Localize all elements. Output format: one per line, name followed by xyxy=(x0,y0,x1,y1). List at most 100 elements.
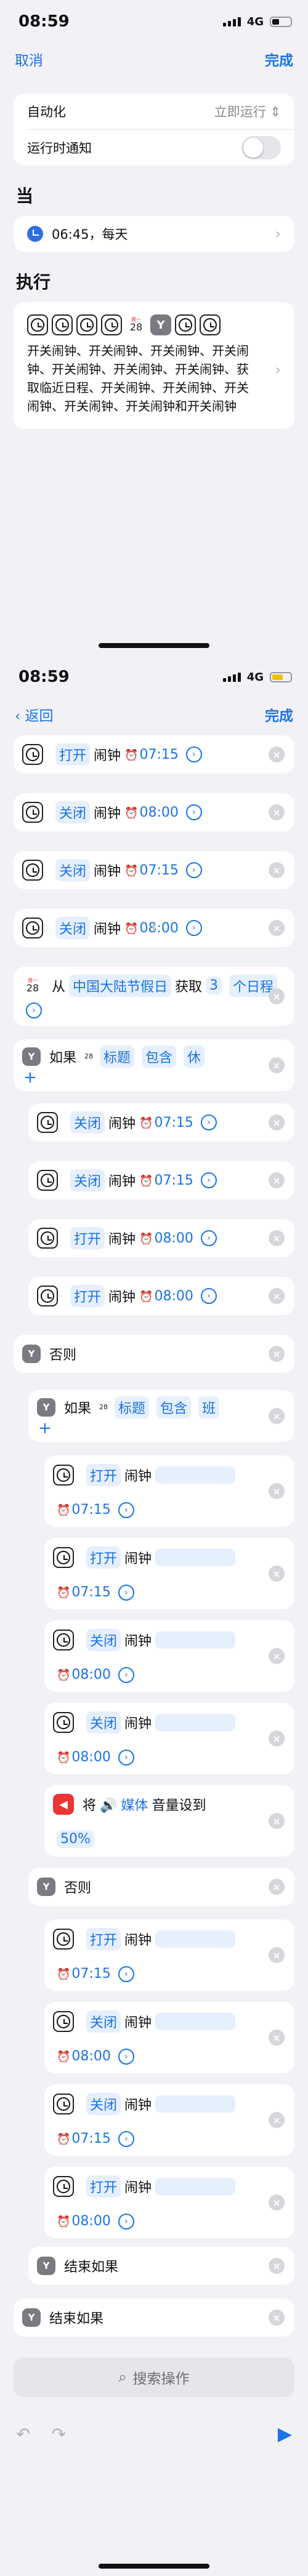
toggle-verb-token[interactable]: 关闭 xyxy=(70,1169,105,1191)
expand-chevron-icon[interactable]: › xyxy=(118,2130,134,2147)
toggle-verb-token[interactable]: 关闭 xyxy=(55,917,91,939)
toggle-verb-token[interactable]: 打开 xyxy=(86,1464,121,1487)
remove-action-icon[interactable]: × xyxy=(269,2258,285,2274)
toggle-verb-token[interactable]: 打开 xyxy=(55,743,91,766)
undo-icon[interactable]: ↶ xyxy=(16,2424,30,2444)
alarm-action[interactable]: 关闭 闹钟 ⏰07:15 › × xyxy=(28,1103,294,1142)
exec-card[interactable]: 周一 28 Y 开关闹钟、开关闹钟、开关闹钟、开关闹钟、开关闹钟、开关闹钟、开关闹… xyxy=(14,302,294,429)
toggle-verb-token[interactable]: 关闭 xyxy=(86,2010,121,2033)
alarm-action[interactable]: 关闭 闹钟 ⏰08:00 › × xyxy=(44,1703,294,1774)
volume-target-token[interactable]: 🔊 媒体 xyxy=(100,1794,148,1814)
cancel-button[interactable]: 取消 xyxy=(15,49,43,70)
alarm-action[interactable]: 关闭 闹钟 ⏰08:00 › × xyxy=(44,2002,294,2073)
alarm-time-token[interactable]: ⏰08:00 xyxy=(124,805,179,820)
if-action[interactable]: Y 如果 28 标题 包含 休 + × xyxy=(14,1039,294,1091)
automation-row[interactable]: 自动化 立即运行 ⇕ xyxy=(14,94,294,129)
alarm-action[interactable]: 关闭 闹钟 ⏰07:15 › × xyxy=(14,851,294,889)
alarm-placeholder-token[interactable] xyxy=(155,2178,236,2196)
toggle-verb-token[interactable]: 关闭 xyxy=(86,1629,121,1652)
remove-action-icon[interactable]: × xyxy=(269,804,285,820)
expand-chevron-icon[interactable]: › xyxy=(118,1584,134,1601)
alarm-placeholder-token[interactable] xyxy=(155,1930,236,1948)
condition-value-token[interactable]: 休 xyxy=(184,1045,205,1068)
remove-action-icon[interactable]: × xyxy=(269,1288,285,1304)
add-condition-icon[interactable]: + xyxy=(37,1420,286,1436)
alarm-time-token[interactable]: ⏰08:00 xyxy=(124,921,179,936)
toggle-verb-token[interactable]: 关闭 xyxy=(70,1111,105,1134)
alarm-placeholder-token[interactable] xyxy=(155,1466,236,1484)
alarm-action[interactable]: 打开 闹钟 ⏰07:15 › × xyxy=(44,1455,294,1527)
end-if-action[interactable]: Y 结束如果 × xyxy=(28,2247,294,2285)
alarm-action[interactable]: 打开 闹钟 ⏰07:15 › × xyxy=(44,1538,294,1609)
alarm-action[interactable]: 打开 闹钟 ⏰07:15 › × xyxy=(44,1919,294,1991)
alarm-time-token[interactable]: ⏰07:15 xyxy=(57,1502,111,1518)
condition-op-token[interactable]: 包含 xyxy=(142,1045,177,1068)
remove-action-icon[interactable]: × xyxy=(269,862,285,878)
count-token[interactable]: 3 xyxy=(206,977,222,994)
alarm-time-token[interactable]: ⏰07:15 xyxy=(124,863,179,878)
remove-action-icon[interactable]: × xyxy=(269,1648,285,1664)
toggle-verb-token[interactable]: 关闭 xyxy=(86,2093,121,2116)
end-if-action[interactable]: Y 结束如果 × xyxy=(14,2298,294,2337)
expand-chevron-icon[interactable]: › xyxy=(118,1749,134,1766)
toggle-verb-token[interactable]: 打开 xyxy=(86,1928,121,1951)
alarm-time-token[interactable]: ⏰08:00 xyxy=(139,1231,193,1246)
condition-field-token[interactable]: 标题 xyxy=(100,1045,135,1068)
alarm-placeholder-token[interactable] xyxy=(155,2095,236,2113)
alarm-action[interactable]: 关闭 闹钟 ⏰07:15 › × xyxy=(28,1161,294,1199)
remove-action-icon[interactable]: × xyxy=(269,1346,285,1362)
remove-action-icon[interactable]: × xyxy=(269,1879,285,1895)
alarm-action[interactable]: 关闭 闹钟 ⏰07:15 › × xyxy=(44,2084,294,2156)
alarm-time-token[interactable]: ⏰07:15 xyxy=(57,2131,111,2146)
remove-action-icon[interactable]: × xyxy=(269,1813,285,1829)
remove-action-icon[interactable]: × xyxy=(269,1172,285,1188)
toggle-verb-token[interactable]: 打开 xyxy=(86,2175,121,2198)
when-card[interactable]: 06:45，每天 › xyxy=(14,216,294,252)
else-action[interactable]: Y 否则 × xyxy=(14,1335,294,1373)
condition-field-token[interactable]: 标题 xyxy=(115,1396,150,1418)
remove-action-icon[interactable]: × xyxy=(269,1057,285,1073)
alarm-placeholder-token[interactable] xyxy=(155,2013,236,2031)
remove-action-icon[interactable]: × xyxy=(269,2112,285,2128)
toggle-verb-token[interactable]: 关闭 xyxy=(55,801,91,823)
volume-value-token[interactable]: 50% xyxy=(57,1830,94,1848)
remove-action-icon[interactable]: × xyxy=(269,1566,285,1582)
remove-action-icon[interactable]: × xyxy=(269,1230,285,1246)
expand-chevron-icon[interactable]: › xyxy=(185,862,202,878)
alarm-placeholder-token[interactable] xyxy=(155,1549,236,1567)
alarm-time-token[interactable]: ⏰07:15 xyxy=(57,1585,111,1600)
alarm-time-token[interactable]: ⏰08:00 xyxy=(139,1289,193,1304)
expand-chevron-icon[interactable]: › xyxy=(200,1288,217,1304)
expand-chevron-icon[interactable]: › xyxy=(118,1502,134,1518)
toggle-verb-token[interactable]: 打开 xyxy=(86,1546,121,1569)
remove-action-icon[interactable]: × xyxy=(269,1730,285,1746)
remove-action-icon[interactable]: × xyxy=(269,988,285,1004)
expand-chevron-icon[interactable]: › xyxy=(118,2213,134,2230)
alarm-time-token[interactable]: ⏰08:00 xyxy=(57,2049,111,2064)
expand-chevron-icon[interactable]: › xyxy=(118,1666,134,1683)
toggle-verb-token[interactable]: 打开 xyxy=(70,1227,105,1249)
expand-chevron-icon[interactable]: › xyxy=(185,804,202,820)
remove-action-icon[interactable]: × xyxy=(269,1408,285,1424)
remove-action-icon[interactable]: × xyxy=(269,1947,285,1963)
remove-action-icon[interactable]: × xyxy=(269,2310,285,2326)
toggle-verb-token[interactable]: 关闭 xyxy=(86,1711,121,1734)
alarm-action[interactable]: 打开 闹钟 ⏰07:15 › × xyxy=(14,735,294,774)
expand-chevron-icon[interactable]: › xyxy=(118,1966,134,1982)
condition-value-token[interactable]: 班 xyxy=(198,1396,220,1418)
alarm-action[interactable]: 关闭 闹钟 ⏰08:00 › × xyxy=(14,793,294,831)
play-icon[interactable]: ▶ xyxy=(278,2423,292,2445)
remove-action-icon[interactable]: × xyxy=(269,746,285,762)
remove-action-icon[interactable]: × xyxy=(269,1483,285,1499)
alarm-action[interactable]: 打开 闹钟 ⏰08:00 › × xyxy=(28,1277,294,1315)
expand-chevron-icon[interactable]: › xyxy=(200,1114,217,1130)
alarm-time-token[interactable]: ⏰07:15 xyxy=(139,1115,193,1130)
set-volume-action[interactable]: ◀ 将 🔊 媒体 音量设到 50% × xyxy=(44,1785,294,1857)
toggle-verb-token[interactable]: 关闭 xyxy=(55,859,91,881)
notify-toggle[interactable] xyxy=(241,136,281,159)
alarm-time-token[interactable]: ⏰08:00 xyxy=(57,1667,111,1682)
alarm-placeholder-token[interactable] xyxy=(155,1714,236,1732)
alarm-time-token[interactable]: ⏰08:00 xyxy=(57,2214,111,2229)
alarm-time-token[interactable]: ⏰08:00 xyxy=(57,1750,111,1765)
alarm-time-token[interactable]: ⏰07:15 xyxy=(139,1173,193,1188)
